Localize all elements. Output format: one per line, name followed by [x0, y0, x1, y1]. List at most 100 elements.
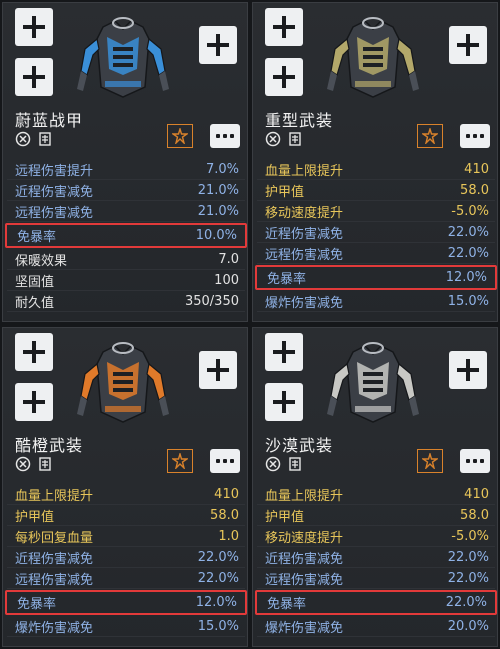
add-slot-right-button[interactable] — [449, 26, 487, 64]
rarity-badge[interactable] — [167, 449, 193, 473]
stat-value: 15.0% — [197, 618, 239, 634]
more-options-button[interactable] — [210, 449, 240, 473]
add-slot-top-left-button[interactable] — [15, 333, 53, 371]
stat-row: 耐久值 350/350 — [7, 291, 245, 312]
add-slot-top-left-button[interactable] — [15, 8, 53, 46]
add-slot-right-button[interactable] — [449, 351, 487, 389]
stat-label: 移动速度提升 — [265, 205, 344, 221]
rarity-badge[interactable] — [167, 124, 193, 148]
stat-row: 近程伤害减免 22.0% — [7, 547, 245, 568]
stat-value: 20.0% — [447, 618, 489, 634]
stat-label: 耐久值 — [15, 295, 55, 311]
burst-icon — [172, 453, 188, 469]
add-slot-bottom-left-button[interactable] — [15, 383, 53, 421]
temperature-icon — [39, 457, 51, 471]
stat-value: 100 — [214, 272, 239, 288]
stat-label: 远程伤害减免 — [265, 572, 344, 588]
stat-row: 每秒回复血量 1.0 — [7, 526, 245, 547]
stat-list: 血量上限提升 410 护甲值 58.0 移动速度提升 -5.0% 近程伤害减免 … — [255, 484, 497, 637]
stat-row: 爆炸伤害减免 15.0% — [7, 616, 245, 637]
stat-label: 近程伤害减免 — [15, 184, 94, 200]
armor-card-orange: 酷橙武装 血量上限提升 410 护甲值 58.0 每秒回复血量 1.0 近程伤害… — [2, 327, 248, 647]
stat-label: 爆炸伤害减免 — [15, 620, 94, 636]
stat-row: 移动速度提升 -5.0% — [257, 201, 495, 222]
burst-icon — [172, 128, 188, 144]
stat-row: 免暴率 12.0% — [5, 590, 247, 615]
stat-label: 保暖效果 — [15, 253, 68, 269]
armor-image — [77, 342, 169, 423]
stat-value: 22.0% — [447, 224, 489, 240]
stat-value: 22.0% — [445, 595, 487, 610]
stat-label: 护甲值 — [265, 509, 305, 525]
armor-name: 沙漠武装 — [265, 436, 334, 455]
stat-row: 免暴率 10.0% — [5, 223, 247, 248]
stat-value: 410 — [214, 486, 239, 502]
stat-row: 远程伤害减免 22.0% — [257, 568, 495, 589]
stat-label: 远程伤害减免 — [265, 247, 344, 263]
stat-row: 血量上限提升 410 — [257, 159, 495, 180]
no-repair-icon — [265, 131, 281, 147]
stat-list: 血量上限提升 410 护甲值 58.0 移动速度提升 -5.0% 近程伤害减免 … — [255, 159, 497, 312]
armor-name: 重型武装 — [265, 111, 334, 130]
stat-value: 22.0% — [447, 245, 489, 261]
stat-value: 410 — [464, 161, 489, 177]
stat-label: 免暴率 — [267, 597, 307, 612]
add-slot-bottom-left-button[interactable] — [265, 58, 303, 96]
stat-row: 远程伤害减免 21.0% — [7, 201, 245, 222]
stat-label: 远程伤害减免 — [15, 205, 94, 221]
stat-label: 免暴率 — [267, 272, 307, 287]
stat-label: 爆炸伤害减免 — [265, 620, 344, 636]
armor-image — [77, 17, 169, 98]
stat-value: 58.0 — [460, 507, 489, 523]
stat-label: 免暴率 — [17, 597, 57, 612]
stat-row: 护甲值 58.0 — [7, 505, 245, 526]
stat-value: 15.0% — [447, 293, 489, 309]
armor-card-heavy: 重型武装 血量上限提升 410 护甲值 58.0 移动速度提升 -5.0% 近程… — [252, 2, 498, 322]
temperature-icon — [39, 132, 51, 146]
add-slot-bottom-left-button[interactable] — [15, 58, 53, 96]
stat-value: 410 — [464, 486, 489, 502]
rarity-badge[interactable] — [417, 124, 443, 148]
stat-label: 免暴率 — [17, 230, 57, 245]
rarity-badge[interactable] — [417, 449, 443, 473]
stat-row: 护甲值 58.0 — [257, 180, 495, 201]
stat-row: 免暴率 22.0% — [255, 590, 497, 615]
burst-icon — [422, 128, 438, 144]
more-options-button[interactable] — [460, 124, 490, 148]
no-repair-icon — [265, 456, 281, 472]
stat-value: 22.0% — [197, 549, 239, 565]
stat-row: 远程伤害提升 7.0% — [7, 159, 245, 180]
stat-value: 350/350 — [184, 293, 239, 309]
armor-name: 蔚蓝战甲 — [15, 111, 84, 130]
more-options-button[interactable] — [460, 449, 490, 473]
armor-image — [327, 17, 419, 98]
stat-label: 血量上限提升 — [265, 163, 344, 179]
stat-row: 免暴率 12.0% — [255, 265, 497, 290]
stat-value: 22.0% — [447, 549, 489, 565]
stat-label: 护甲值 — [265, 184, 305, 200]
stat-row: 血量上限提升 410 — [7, 484, 245, 505]
stat-row: 近程伤害减免 21.0% — [7, 180, 245, 201]
stat-value: 1.0 — [218, 528, 239, 544]
stat-value: 7.0% — [205, 161, 239, 177]
add-slot-right-button[interactable] — [199, 351, 237, 389]
add-slot-bottom-left-button[interactable] — [265, 383, 303, 421]
add-slot-top-left-button[interactable] — [265, 8, 303, 46]
stat-label: 近程伤害减免 — [15, 551, 94, 567]
more-options-button[interactable] — [210, 124, 240, 148]
stat-row: 爆炸伤害减免 15.0% — [257, 291, 495, 312]
stat-value: 10.0% — [195, 228, 237, 243]
stat-row: 护甲值 58.0 — [257, 505, 495, 526]
armor-card-desert: 沙漠武装 血量上限提升 410 护甲值 58.0 移动速度提升 -5.0% 近程… — [252, 327, 498, 647]
stat-row: 血量上限提升 410 — [257, 484, 495, 505]
stat-value: 21.0% — [197, 203, 239, 219]
add-slot-right-button[interactable] — [199, 26, 237, 64]
stat-row: 坚固值 100 — [7, 270, 245, 291]
stat-row: 爆炸伤害减免 20.0% — [257, 616, 495, 637]
stat-label: 坚固值 — [15, 274, 55, 290]
stat-value: 58.0 — [460, 182, 489, 198]
stat-label: 爆炸伤害减免 — [265, 295, 344, 311]
add-slot-top-left-button[interactable] — [265, 333, 303, 371]
stat-list: 远程伤害提升 7.0% 近程伤害减免 21.0% 远程伤害减免 21.0% 免暴… — [5, 159, 247, 312]
stat-value: 7.0 — [218, 251, 239, 267]
